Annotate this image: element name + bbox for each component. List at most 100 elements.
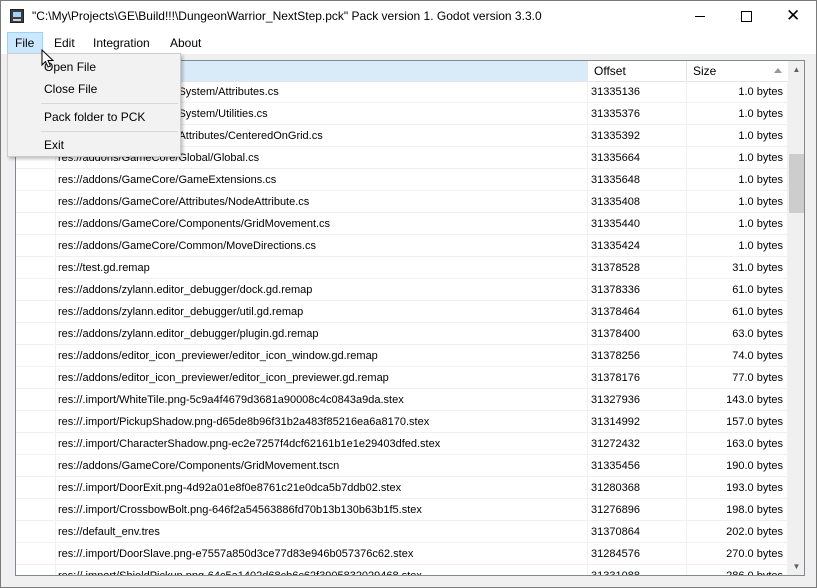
title-bar[interactable]: "C:\My\Projects\GE\Build!!!\DungeonWarri…: [1, 1, 816, 32]
scroll-up-icon[interactable]: ▲: [788, 61, 804, 78]
menu-bar: File Edit Integration About: [1, 32, 816, 54]
row-path: res://test.gd.remap: [56, 257, 588, 279]
row-offset: 31335424: [588, 235, 687, 257]
table-row[interactable]: res://default_env.tres 31370864 202.0 byte…: [16, 521, 788, 543]
row-size: 198.0 bytes: [687, 499, 788, 521]
row-size: 77.0 bytes: [687, 367, 788, 389]
menu-file[interactable]: File: [7, 32, 43, 54]
table-row[interactable]: res://addons/zylann.editor_debugger/dock…: [16, 279, 788, 301]
table-row[interactable]: res://addons/editor_icon_previewer/edito…: [16, 367, 788, 389]
row-size: 1.0 bytes: [687, 81, 788, 103]
row-offset: 31335440: [588, 213, 687, 235]
table-row[interactable]: res://addons/GameCore/Components/GridMov…: [16, 455, 788, 477]
row-size: 63.0 bytes: [687, 323, 788, 345]
sort-ascending-icon: [774, 68, 782, 73]
row-offset: 31335648: [588, 169, 687, 191]
table-row[interactable]: res://.import/CrossbowBolt.png-646f2a545…: [16, 499, 788, 521]
row-size: 1.0 bytes: [687, 213, 788, 235]
row-offset: 31378336: [588, 279, 687, 301]
menu-open-file[interactable]: Open File: [9, 56, 179, 78]
minimize-icon: [695, 16, 705, 17]
table-row[interactable]: res://test.gd.remap 31378528 31.0 bytes: [16, 257, 788, 279]
table-row[interactable]: res://addons/zylann.editor_debugger/util…: [16, 301, 788, 323]
table-row[interactable]: res://.import/CharacterShadow.png-ec2e72…: [16, 433, 788, 455]
main-window: "C:\My\Projects\GE\Build!!!\DungeonWarri…: [0, 0, 817, 588]
row-marker: [16, 499, 56, 521]
row-size: 1.0 bytes: [687, 169, 788, 191]
menu-exit[interactable]: Exit: [9, 134, 179, 156]
mouse-pointer-icon: [41, 49, 55, 68]
row-marker: [16, 477, 56, 499]
table-row[interactable]: res://addons/GameCore/GameExtensions.cs 3…: [16, 169, 788, 191]
row-offset: 31335392: [588, 125, 687, 147]
table-row[interactable]: res://.import/DoorExit.png-4d92a01e8f0e8…: [16, 477, 788, 499]
table-row[interactable]: res://.import/DoorSlave.png-e7557a850d3c…: [16, 543, 788, 565]
row-size: 270.0 bytes: [687, 543, 788, 565]
table-row[interactable]: res://addons/editor_icon_previewer/edito…: [16, 345, 788, 367]
row-marker: [16, 345, 56, 367]
row-marker: [16, 257, 56, 279]
row-marker: [16, 191, 56, 213]
row-offset: 31378528: [588, 257, 687, 279]
column-header-size-label: Size: [693, 64, 717, 78]
row-marker: [16, 389, 56, 411]
row-offset: 31331088: [588, 565, 687, 575]
table-row[interactable]: res://.import/ShieldPickup.png-64c5a1402…: [16, 565, 788, 575]
row-offset: 31378400: [588, 323, 687, 345]
row-path: res://.import/DoorSlave.png-e7557a850d3c…: [56, 543, 588, 565]
table-row[interactable]: res://addons/GameCore/Common/MoveDirecti…: [16, 235, 788, 257]
menu-pack-folder[interactable]: Pack folder to PCK: [9, 106, 179, 128]
row-size: 1.0 bytes: [687, 147, 788, 169]
row-marker: [16, 169, 56, 191]
close-button[interactable]: ✕: [769, 1, 815, 32]
menu-about[interactable]: About: [163, 32, 208, 54]
row-marker: [16, 367, 56, 389]
row-path: res://.import/DoorExit.png-4d92a01e8f0e8…: [56, 477, 588, 499]
table-row[interactable]: res://.import/WhiteTile.png-5c9a4f4679d3…: [16, 389, 788, 411]
column-header-size[interactable]: Size: [687, 61, 788, 81]
table-row[interactable]: res://addons/GameCore/Attributes/NodeAtt…: [16, 191, 788, 213]
menu-close-file[interactable]: Close File: [9, 78, 179, 100]
row-marker: [16, 455, 56, 477]
row-path: res://addons/GameCore/Components/GridMov…: [56, 213, 588, 235]
row-offset: 31378256: [588, 345, 687, 367]
row-offset: 31272432: [588, 433, 687, 455]
menu-separator: [41, 103, 178, 104]
table-row[interactable]: res://addons/GameCore/Components/GridMov…: [16, 213, 788, 235]
row-size: 143.0 bytes: [687, 389, 788, 411]
vertical-scrollbar[interactable]: ▲ ▼: [788, 61, 804, 575]
menu-integration[interactable]: Integration: [86, 32, 157, 54]
scroll-down-icon[interactable]: ▼: [788, 558, 804, 575]
row-path: res://.import/CharacterShadow.png-ec2e72…: [56, 433, 588, 455]
row-offset: 31284576: [588, 543, 687, 565]
row-size: 1.0 bytes: [687, 235, 788, 257]
row-marker: [16, 323, 56, 345]
row-offset: 31327936: [588, 389, 687, 411]
maximize-button[interactable]: [723, 1, 769, 32]
row-path: res://.import/CrossbowBolt.png-646f2a545…: [56, 499, 588, 521]
window-title: "C:\My\Projects\GE\Build!!!\DungeonWarri…: [32, 9, 542, 23]
table-row[interactable]: res://addons/zylann.editor_debugger/plug…: [16, 323, 788, 345]
row-size: 31.0 bytes: [687, 257, 788, 279]
row-marker: [16, 433, 56, 455]
row-path: res://.import/PickupShadow.png-d65de8b96…: [56, 411, 588, 433]
row-path: res://addons/zylann.editor_debugger/util…: [56, 301, 588, 323]
row-size: 1.0 bytes: [687, 103, 788, 125]
row-offset: 31276896: [588, 499, 687, 521]
row-offset: 31378176: [588, 367, 687, 389]
row-offset: 31335456: [588, 455, 687, 477]
row-marker: [16, 521, 56, 543]
row-path: res://addons/GameCore/Components/GridMov…: [56, 455, 588, 477]
minimize-button[interactable]: [677, 1, 723, 32]
row-size: 1.0 bytes: [687, 191, 788, 213]
column-header-offset[interactable]: Offset: [588, 61, 687, 81]
row-size: 193.0 bytes: [687, 477, 788, 499]
row-offset: 31314992: [588, 411, 687, 433]
app-icon[interactable]: [10, 9, 24, 23]
row-path: res://addons/editor_icon_previewer/edito…: [56, 367, 588, 389]
maximize-icon: [741, 11, 752, 22]
close-icon: ✕: [786, 6, 801, 25]
scrollbar-thumb[interactable]: [789, 154, 804, 213]
table-row[interactable]: res://.import/PickupShadow.png-d65de8b96…: [16, 411, 788, 433]
row-path: res://default_env.tres: [56, 521, 588, 543]
